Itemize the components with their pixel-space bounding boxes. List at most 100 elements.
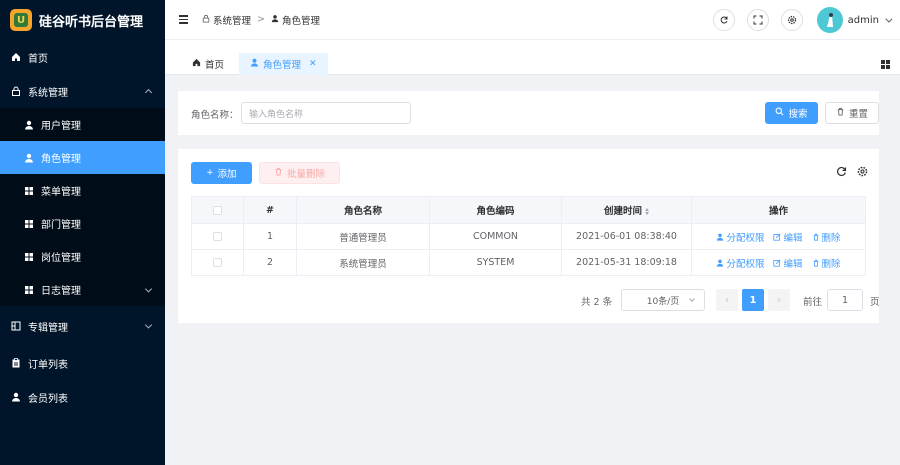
pagination-total: 共 2 条 [581, 297, 613, 308]
sidebar-item-albums[interactable]: 专辑管理 [0, 306, 165, 346]
sidebar-item-label: 岗位管理 [41, 253, 81, 264]
edit-label: 编辑 [783, 232, 803, 244]
close-icon[interactable]: ✕ [309, 59, 317, 69]
column-header: 角色名称 [296, 196, 430, 224]
assign-permission-button[interactable]: 分配权限 [716, 233, 764, 244]
chevron-down-icon[interactable] [885, 15, 893, 23]
sidebar-item-orders[interactable]: 订单列表 [0, 346, 165, 380]
table-header-row: # 角色名称 角色编码 创建时间 操作 [191, 196, 866, 224]
select-all-checkbox[interactable] [213, 205, 222, 215]
sidebar-item-home[interactable]: 首页 [0, 40, 165, 74]
sidebar-item-label: 订单列表 [28, 359, 68, 371]
edit-button[interactable]: 编辑 [773, 232, 803, 244]
column-header: 角色编码 [429, 196, 562, 224]
username[interactable]: admin [848, 15, 879, 26]
album-icon [11, 321, 21, 331]
sidebar-item-label: 系统管理 [28, 87, 68, 99]
user-icon [250, 58, 259, 70]
created-time-cell: 2021-05-31 18:09:18 [561, 249, 692, 276]
row-checkbox[interactable] [213, 258, 222, 267]
row-select-cell[interactable] [191, 249, 244, 276]
batch-delete-button[interactable]: 批量删除 [259, 162, 340, 184]
prev-page-button[interactable]: ‹ [716, 289, 738, 311]
sidebar-item-members[interactable]: 会员列表 [0, 380, 165, 414]
search-button[interactable]: 搜索 [765, 102, 818, 124]
pagination: 共 2 条 10条/页 ‹ 1 › 前往 1 页 [178, 289, 880, 311]
add-button[interactable]: + 添加 [191, 162, 252, 184]
app-title: 硅谷听书后台管理 [39, 14, 144, 30]
role-name-cell: 普通管理员 [296, 223, 430, 250]
role-name-cell: 系统管理员 [296, 249, 430, 276]
settings-button[interactable] [780, 9, 803, 31]
search-icon [775, 107, 784, 119]
sidebar-item-users[interactable]: 用户管理 [0, 108, 165, 141]
row-select-cell[interactable] [191, 223, 244, 250]
page-number-current[interactable]: 1 [742, 289, 764, 311]
sidebar-item-logs[interactable]: 日志管理 [0, 273, 165, 306]
user-icon [716, 233, 724, 243]
role-name-input[interactable]: 输入角色名称 [241, 102, 411, 124]
assign-permission-button[interactable]: 分配权限 [716, 259, 764, 270]
reset-button-label: 重置 [848, 109, 868, 120]
delete-label: 删除 [821, 258, 841, 270]
tab-home[interactable]: 首页 [181, 53, 235, 75]
jump-unit: 页 [870, 297, 880, 308]
grid-icon [24, 186, 34, 196]
role-name-label: 角色名称： [191, 110, 239, 121]
actions-cell: 分配权限 编辑 删除 [691, 223, 866, 250]
reset-button[interactable]: 重置 [825, 102, 879, 124]
table-tools [836, 166, 868, 180]
avatar[interactable] [816, 7, 843, 33]
sidebar-item-menus[interactable]: 菜单管理 [0, 174, 165, 207]
sort-icon[interactable] [645, 208, 649, 215]
sidebar-item-posts[interactable]: 岗位管理 [0, 240, 165, 273]
next-page-button[interactable]: › [768, 289, 790, 311]
grid-icon [24, 252, 34, 262]
sidebar-item-label: 会员列表 [28, 393, 68, 405]
fullscreen-icon [753, 15, 763, 25]
row-checkbox[interactable] [213, 232, 222, 241]
edit-icon [773, 258, 782, 269]
menu-toggle-icon[interactable] [179, 15, 188, 24]
plus-icon: + [206, 168, 214, 178]
delete-button[interactable]: 删除 [812, 259, 841, 270]
refresh-button[interactable] [712, 9, 735, 31]
tab-label: 首页 [205, 60, 225, 71]
refresh-icon[interactable] [836, 166, 847, 180]
edit-icon [773, 232, 782, 243]
column-header-created[interactable]: 创建时间 [561, 196, 692, 224]
trash-icon [274, 167, 283, 179]
app-logo: U 硅谷听书后台管理 [0, 0, 165, 40]
sidebar-item-label: 菜单管理 [41, 187, 81, 198]
lock-icon [11, 86, 21, 96]
sidebar-item-departments[interactable]: 部门管理 [0, 207, 165, 240]
sidebar-item-system[interactable]: 系统管理 [0, 74, 165, 108]
tab-roles[interactable]: 角色管理 ✕ [239, 53, 328, 75]
breadcrumb-item[interactable]: 系统管理 [213, 13, 251, 27]
sidebar: U 硅谷听书后台管理 首页 系统管理 用户管理 角色管理 菜单管理 部门管理 岗… [0, 0, 165, 465]
lock-icon [202, 14, 210, 25]
search-button-label: 搜索 [788, 109, 808, 120]
avatar-image [826, 13, 833, 27]
breadcrumb-item: 角色管理 [281, 15, 320, 27]
grid-icon[interactable] [881, 60, 890, 69]
role-code-cell: SYSTEM [429, 249, 562, 276]
select-all-cell[interactable] [191, 196, 244, 224]
assign-label: 分配权限 [726, 232, 765, 244]
column-header-label: 创建时间 [603, 206, 642, 217]
sidebar-item-label: 角色管理 [41, 154, 81, 165]
home-icon [192, 58, 201, 70]
assign-label: 分配权限 [726, 258, 765, 270]
fullscreen-button[interactable] [746, 9, 769, 31]
add-button-label: 添加 [217, 169, 237, 180]
sidebar-item-roles[interactable]: 角色管理 [0, 141, 165, 174]
page-size-select[interactable]: 10条/页 [621, 289, 705, 311]
gear-icon[interactable] [857, 166, 868, 180]
jump-page-input[interactable]: 1 [827, 289, 863, 311]
search-panel: 角色名称： 输入角色名称 搜索 重置 [178, 91, 879, 135]
trash-icon [836, 107, 845, 119]
delete-button[interactable]: 删除 [812, 233, 841, 244]
edit-button[interactable]: 编辑 [773, 258, 803, 270]
table-panel: + 添加 批量删除 # 角色名称 角色编码 创建时间 操作 1 普通管理员 CO [178, 149, 880, 323]
row-index: 2 [243, 249, 297, 276]
